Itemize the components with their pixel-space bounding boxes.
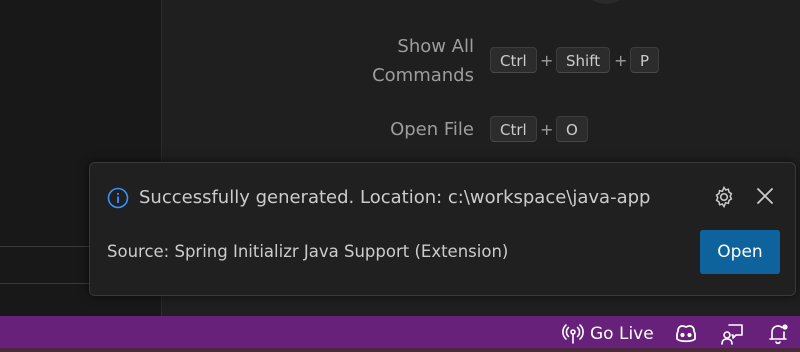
notifications-bell-icon[interactable] <box>766 321 792 347</box>
key-plus: + <box>614 51 628 70</box>
keybinding-key: Ctrl <box>490 116 537 142</box>
gear-icon[interactable] <box>712 185 736 209</box>
keybinding-key: P <box>630 47 660 73</box>
shortcut-label: Open File <box>390 119 474 140</box>
close-icon[interactable] <box>754 185 776 207</box>
info-icon <box>107 187 129 209</box>
notification-source: Source: Spring Initializr Java Support (… <box>107 242 509 261</box>
status-bar: Go Live <box>0 316 800 352</box>
shortcut-label: Commands <box>372 65 474 86</box>
shortcut-label: Show All <box>397 36 474 57</box>
keybinding-key: Shift <box>556 47 611 73</box>
keybinding-key: O <box>556 116 588 142</box>
bottom-edge-strip <box>0 348 800 352</box>
key-plus: + <box>540 120 554 139</box>
keybinding-key: Ctrl <box>490 47 537 73</box>
notification-message: Successfully generated. Location: c:\wor… <box>139 187 651 208</box>
broadcast-icon <box>562 324 584 344</box>
copilot-icon[interactable] <box>673 321 699 347</box>
feedback-icon[interactable] <box>720 321 746 347</box>
key-plus: + <box>540 51 554 70</box>
notification-toast: Successfully generated. Location: c:\wor… <box>89 162 796 296</box>
open-button[interactable]: Open <box>700 230 780 274</box>
go-live-label: Go Live <box>590 324 654 344</box>
go-live-button[interactable]: Go Live <box>562 321 654 347</box>
